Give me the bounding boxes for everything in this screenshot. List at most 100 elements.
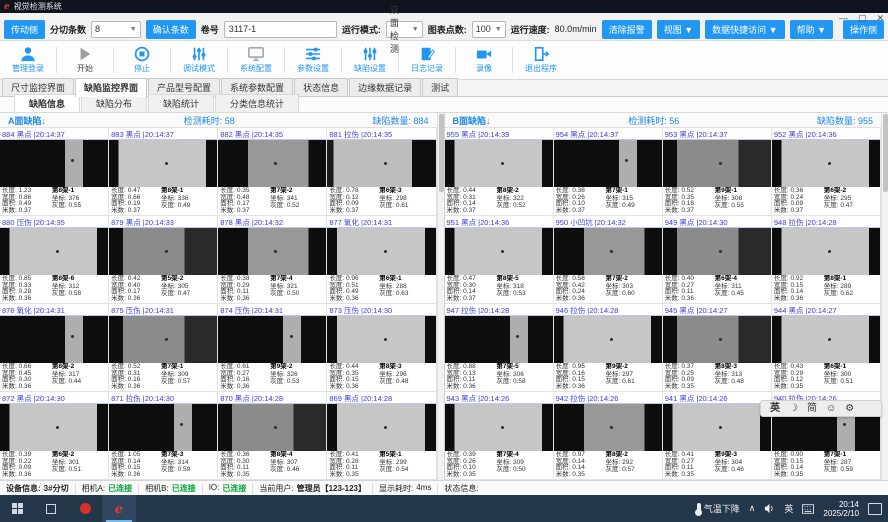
- defect-cell-880[interactable]: 880 压伤 |20:14:35长度: 0.85宽度: 0.33面积: 0.28…: [0, 216, 109, 304]
- defect-cell-876[interactable]: 876 氧化 |20:14:31长度: 0.66宽度: 0.45面积: 0.30…: [0, 304, 109, 392]
- defect-cell-951[interactable]: 951 黑点 |20:14:36长度: 0.47宽度: 0.30面积: 0.14…: [445, 216, 554, 304]
- defect-image[interactable]: [327, 404, 435, 451]
- defect-image[interactable]: [218, 140, 326, 187]
- vertical-scrollbar[interactable]: [881, 113, 888, 480]
- action-button-v-sliders[interactable]: 缺陷设置: [344, 45, 396, 75]
- action-button-h-sliders[interactable]: 参数设置: [287, 45, 339, 75]
- defect-image[interactable]: [663, 228, 771, 275]
- clock[interactable]: 20:14 2025/2/10: [823, 500, 859, 518]
- defect-image[interactable]: [327, 140, 435, 187]
- ime-keyboard-icon[interactable]: [802, 504, 814, 514]
- defect-cell-955[interactable]: 955 黑点 |20:14:39长度: 0.44宽度: 0.31面积: 0.14…: [445, 128, 554, 216]
- language-indicator[interactable]: 英: [784, 502, 793, 515]
- defect-cell-952[interactable]: 952 黑点 |20:14:36长度: 0.36宽度: 0.24面积: 0.09…: [772, 128, 881, 216]
- tab-main-6[interactable]: 测试: [422, 78, 458, 96]
- defect-cell-871[interactable]: 871 拉伤 |20:14:30长度: 1.05宽度: 0.14面积: 0.15…: [109, 392, 218, 480]
- task-view-button[interactable]: [34, 495, 68, 522]
- ime-lang-toggle[interactable]: 英: [770, 401, 780, 416]
- defect-cell-883[interactable]: 883 黑点 |20:14:37长度: 0.47宽度: 0.66面积: 0.19…: [109, 128, 218, 216]
- minimize-icon[interactable]: —: [839, 13, 848, 23]
- run-mode-select[interactable]: 双面检测▼: [386, 21, 423, 38]
- defect-cell-878[interactable]: 878 黑点 |20:14:32长度: 0.38宽度: 0.29面积: 0.11…: [218, 216, 327, 304]
- tab-sub-3[interactable]: 分类信息统计: [215, 94, 299, 112]
- defect-image[interactable]: [0, 140, 108, 187]
- weather-widget[interactable]: 气温下降: [697, 502, 740, 515]
- defect-cell-881[interactable]: 881 拉伤 |20:14:35长度: 0.78宽度: 0.12面积: 0.09…: [327, 128, 436, 216]
- defect-image[interactable]: [445, 228, 553, 275]
- action-button-stop[interactable]: 停止: [116, 45, 168, 75]
- defect-cell-884[interactable]: 884 黑点 |20:14:37长度: 1.23宽度: 0.86面积: 0.49…: [0, 128, 109, 216]
- panel-title[interactable]: A面缺陷↓: [8, 114, 46, 127]
- ime-gear-icon[interactable]: ⚙: [845, 401, 854, 416]
- ime-simplified-toggle[interactable]: 简: [807, 401, 817, 416]
- maximize-icon[interactable]: ▢: [858, 13, 867, 23]
- defect-cell-947[interactable]: 947 拉伤 |20:14:28长度: 0.88宽度: 0.13面积: 0.11…: [445, 304, 554, 392]
- slit-count-select[interactable]: 8▼: [91, 21, 141, 38]
- defect-image[interactable]: [445, 316, 553, 363]
- defect-cell-953[interactable]: 953 黑点 |20:14:37长度: 0.52宽度: 0.35面积: 0.18…: [663, 128, 772, 216]
- ime-moon-icon[interactable]: ☽: [789, 401, 798, 416]
- action-button-play[interactable]: 开始: [59, 45, 111, 75]
- defect-cell-872[interactable]: 872 黑点 |20:14:30长度: 0.39宽度: 0.22面积: 0.09…: [0, 392, 109, 480]
- start-button[interactable]: [0, 495, 34, 522]
- defect-image[interactable]: [218, 316, 326, 363]
- defect-image[interactable]: [772, 228, 880, 275]
- defect-cell-873[interactable]: 873 压伤 |20:14:30长度: 0.44宽度: 0.35面积: 0.15…: [327, 304, 436, 392]
- active-app-button[interactable]: ℯ: [102, 495, 136, 522]
- defect-cell-944[interactable]: 944 黑点 |20:14:27长度: 0.43宽度: 0.29面积: 0.12…: [772, 304, 881, 392]
- action-button-monitor[interactable]: 系统配置: [230, 45, 282, 75]
- defect-image[interactable]: [554, 404, 662, 451]
- help-menu-button[interactable]: 帮助 ▼: [790, 20, 833, 39]
- defect-image[interactable]: [0, 316, 108, 363]
- defect-cell-882[interactable]: 882 黑点 |20:14:35长度: 0.35宽度: 0.48面积: 0.17…: [218, 128, 327, 216]
- defect-cell-954[interactable]: 954 黑点 |20:14:37长度: 0.38宽度: 0.26面积: 0.10…: [554, 128, 663, 216]
- defect-cell-874[interactable]: 874 压伤 |20:14:31长度: 0.61宽度: 0.27面积: 0.16…: [218, 304, 327, 392]
- defect-image[interactable]: [218, 404, 326, 451]
- tab-main-4[interactable]: 状态信息: [294, 78, 348, 96]
- defect-image[interactable]: [0, 404, 108, 451]
- scrollbar-thumb[interactable]: [439, 114, 444, 192]
- defect-image[interactable]: [109, 228, 217, 275]
- clear-alarm-button[interactable]: 清除报警: [602, 20, 652, 39]
- action-button-log-book[interactable]: 日志记录: [401, 45, 453, 75]
- tab-main-1[interactable]: 缺陷监控界面: [75, 78, 147, 97]
- defect-cell-945[interactable]: 945 黑点 |20:14:27长度: 0.37宽度: 0.25面积: 0.09…: [663, 304, 772, 392]
- action-button-exit-door[interactable]: 退出程序: [515, 45, 567, 75]
- defect-image[interactable]: [0, 228, 108, 275]
- defect-cell-950[interactable]: 950 小凹坑 |20:14:32长度: 0.58宽度: 0.42面积: 0.2…: [554, 216, 663, 304]
- defect-image[interactable]: [663, 140, 771, 187]
- pinned-app-button[interactable]: [68, 495, 102, 522]
- defect-cell-949[interactable]: 949 黑点 |20:14:30长度: 0.40宽度: 0.27面积: 0.11…: [663, 216, 772, 304]
- tab-sub-2[interactable]: 缺陷统计: [148, 94, 214, 112]
- defect-image[interactable]: [772, 316, 880, 363]
- defect-image[interactable]: [554, 228, 662, 275]
- action-button-user[interactable]: 管理登录: [2, 45, 54, 75]
- defect-image[interactable]: [327, 228, 435, 275]
- confirm-count-button[interactable]: 确认条数: [146, 20, 196, 39]
- defect-image[interactable]: [445, 404, 553, 451]
- defect-cell-875[interactable]: 875 压伤 |20:14:31长度: 0.52宽度: 0.31面积: 0.16…: [109, 304, 218, 392]
- defect-cell-869[interactable]: 869 黑点 |20:14:28长度: 0.41宽度: 0.28面积: 0.11…: [327, 392, 436, 480]
- defect-cell-870[interactable]: 870 黑点 |20:14:28长度: 0.36宽度: 0.30面积: 0.11…: [218, 392, 327, 480]
- defect-image[interactable]: [554, 140, 662, 187]
- drive-side-button[interactable]: 传动侧: [4, 20, 45, 39]
- ime-toolbar[interactable]: 英 ☽ 简 ☺ ⚙: [760, 400, 882, 417]
- defect-cell-941[interactable]: 941 黑点 |20:14:26长度: 0.41宽度: 0.27面积: 0.11…: [663, 392, 772, 480]
- defect-image[interactable]: [663, 404, 771, 451]
- defect-cell-879[interactable]: 879 黑点 |20:14:33长度: 0.42宽度: 0.40面积: 0.17…: [109, 216, 218, 304]
- defect-cell-942[interactable]: 942 拉伤 |20:14:26长度: 0.97宽度: 0.14面积: 0.14…: [554, 392, 663, 480]
- ime-emoji-icon[interactable]: ☺: [826, 401, 836, 416]
- scrollbar-thumb[interactable]: [883, 114, 888, 192]
- tray-expand-button[interactable]: ∧: [749, 503, 756, 514]
- data-shortcut-menu-button[interactable]: 数据快捷访问 ▼: [705, 20, 784, 39]
- roll-number-input[interactable]: 3117-1: [224, 21, 337, 38]
- defect-image[interactable]: [327, 316, 435, 363]
- defect-image[interactable]: [554, 316, 662, 363]
- panel-title[interactable]: B面缺陷↓: [453, 114, 491, 127]
- defect-image[interactable]: [772, 140, 880, 187]
- notification-center-icon[interactable]: [868, 503, 882, 515]
- action-button-debug-sliders[interactable]: 调试模式: [173, 45, 225, 75]
- vertical-scrollbar[interactable]: [437, 113, 444, 480]
- defect-image[interactable]: [218, 228, 326, 275]
- tab-sub-0[interactable]: 缺陷信息: [14, 94, 80, 112]
